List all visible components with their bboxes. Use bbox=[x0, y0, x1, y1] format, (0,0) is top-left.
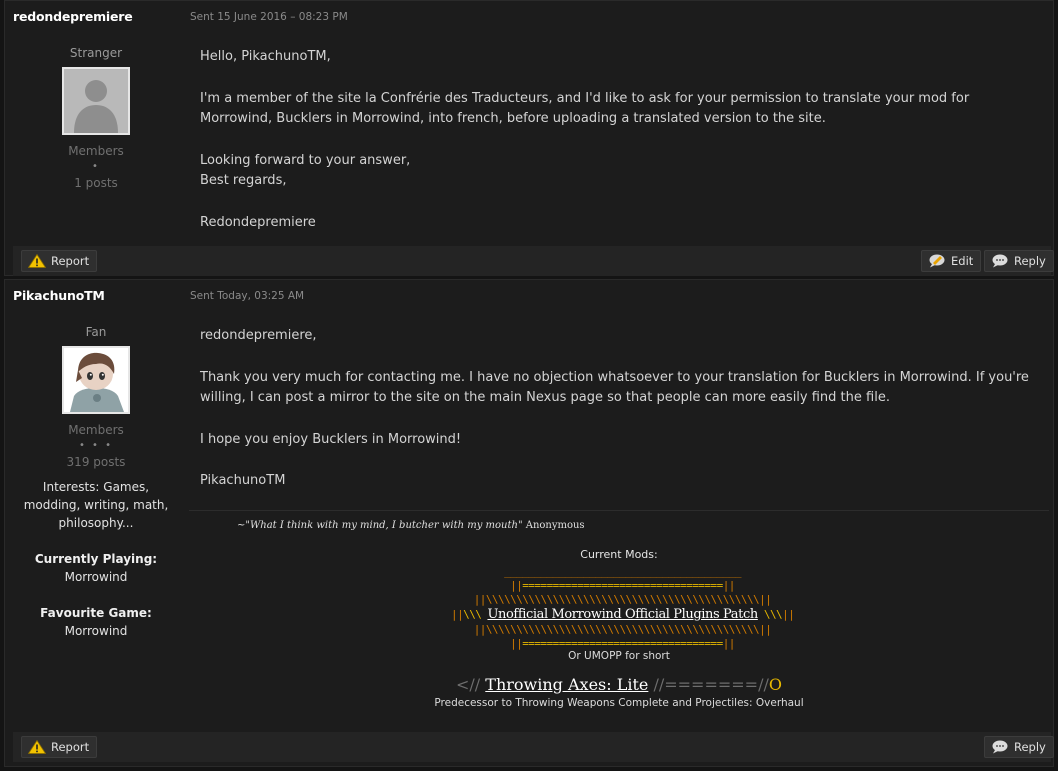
favourite-game: Favourite Game: Morrowind bbox=[5, 604, 187, 640]
member-group: Members bbox=[68, 144, 124, 158]
report-button[interactable]: Report bbox=[21, 736, 98, 758]
signature-quote: ~"What I think with my mind, I butcher w… bbox=[237, 520, 585, 531]
current-mods-label: Current Mods: bbox=[580, 548, 658, 561]
sent-timestamp: Sent 15 June 2016 – 08:23 PM bbox=[190, 11, 348, 23]
throwing-axes-banner: <// Throwing Axes: Lite //=======//O bbox=[189, 675, 1049, 694]
body-paragraph: redondepremiere, bbox=[200, 328, 317, 343]
favourite-game-label: Favourite Game: bbox=[40, 606, 152, 620]
reply-button[interactable]: Reply bbox=[984, 736, 1054, 758]
body-paragraph: I'm a member of the site la Confrérie de… bbox=[200, 90, 970, 127]
favourite-game-value: Morrowind bbox=[64, 624, 128, 638]
message-post: redondepremiere Sent 15 June 2016 – 08:2… bbox=[4, 0, 1054, 276]
currently-playing: Currently Playing: Morrowind bbox=[5, 550, 187, 586]
member-rank: Stranger bbox=[69, 46, 123, 60]
body-paragraph: Looking forward to your answer, Best reg… bbox=[200, 152, 411, 189]
rank-pips: • bbox=[92, 161, 100, 172]
edit-bubble-icon bbox=[928, 254, 946, 268]
default-avatar-icon[interactable] bbox=[62, 67, 130, 135]
member-group: Members bbox=[68, 423, 124, 437]
warning-icon bbox=[27, 253, 47, 268]
banner-end: O bbox=[768, 675, 782, 694]
report-label: Report bbox=[51, 254, 90, 268]
umopp-banner[interactable]: _______________________________________ … bbox=[451, 565, 795, 651]
report-label: Report bbox=[51, 740, 90, 754]
umopp-link[interactable]: Unofficial Morrowind Official Plugins Pa… bbox=[487, 607, 758, 622]
umopp-short: Or UMOPP for short bbox=[568, 650, 670, 662]
reply-button[interactable]: Reply bbox=[984, 250, 1054, 272]
author-info: Fan Members • • • 319 posts Interests: G… bbox=[5, 310, 187, 640]
post-body: redondepremiere, Thank you very much for… bbox=[189, 310, 1049, 730]
signature: ~"What I think with my mind, I butcher w… bbox=[189, 510, 1049, 733]
throwing-axes-link[interactable]: Throwing Axes: Lite bbox=[485, 675, 648, 694]
rank-pips: • • • bbox=[78, 440, 114, 451]
reply-bubble-icon bbox=[991, 740, 1009, 754]
currently-playing-label: Currently Playing: bbox=[34, 552, 158, 566]
body-paragraph: I hope you enjoy Bucklers in Morrowind! bbox=[200, 431, 462, 447]
reply-label: Reply bbox=[1014, 254, 1046, 268]
post-count: 319 posts bbox=[66, 455, 126, 469]
post-count: 1 posts bbox=[74, 176, 118, 190]
banner-prefix: <// bbox=[456, 675, 486, 694]
post-footer: Report Reply bbox=[13, 732, 1054, 762]
body-paragraph: Thank you very much for contacting me. I… bbox=[200, 369, 1029, 406]
message-post: PikachunoTM Sent Today, 03:25 AM Fan Mem… bbox=[4, 279, 1054, 767]
report-button[interactable]: Report bbox=[21, 250, 98, 272]
author-name[interactable]: redondepremiere bbox=[13, 9, 133, 24]
member-rank: Fan bbox=[85, 325, 107, 339]
profile-interests: Interests: Games, modding, writing, math… bbox=[23, 480, 169, 530]
edit-button[interactable]: Edit bbox=[921, 250, 982, 272]
post-footer: Report Edit Reply bbox=[13, 246, 1054, 276]
body-paragraph: PikachunoTM bbox=[200, 473, 286, 488]
post-header: PikachunoTM Sent Today, 03:25 AM bbox=[5, 280, 1053, 310]
character-avatar-icon[interactable] bbox=[62, 346, 130, 414]
currently-playing-value: Morrowind bbox=[64, 570, 128, 584]
reply-bubble-icon bbox=[991, 254, 1009, 268]
author-name[interactable]: PikachunoTM bbox=[13, 288, 105, 303]
reply-label: Reply bbox=[1014, 740, 1046, 754]
body-paragraph: Redondepremiere bbox=[200, 214, 316, 230]
post-header: redondepremiere Sent 15 June 2016 – 08:2… bbox=[5, 1, 1053, 31]
predecessor-text: Predecessor to Throwing Weapons Complete… bbox=[434, 697, 804, 709]
body-paragraph: Hello, PikachunoTM, bbox=[200, 49, 331, 64]
author-info: Stranger Members • 1 posts bbox=[5, 31, 187, 190]
edit-label: Edit bbox=[951, 254, 974, 268]
warning-icon bbox=[27, 739, 47, 754]
banner-mid: //=======// bbox=[648, 675, 769, 694]
sent-timestamp: Sent Today, 03:25 AM bbox=[190, 290, 305, 302]
